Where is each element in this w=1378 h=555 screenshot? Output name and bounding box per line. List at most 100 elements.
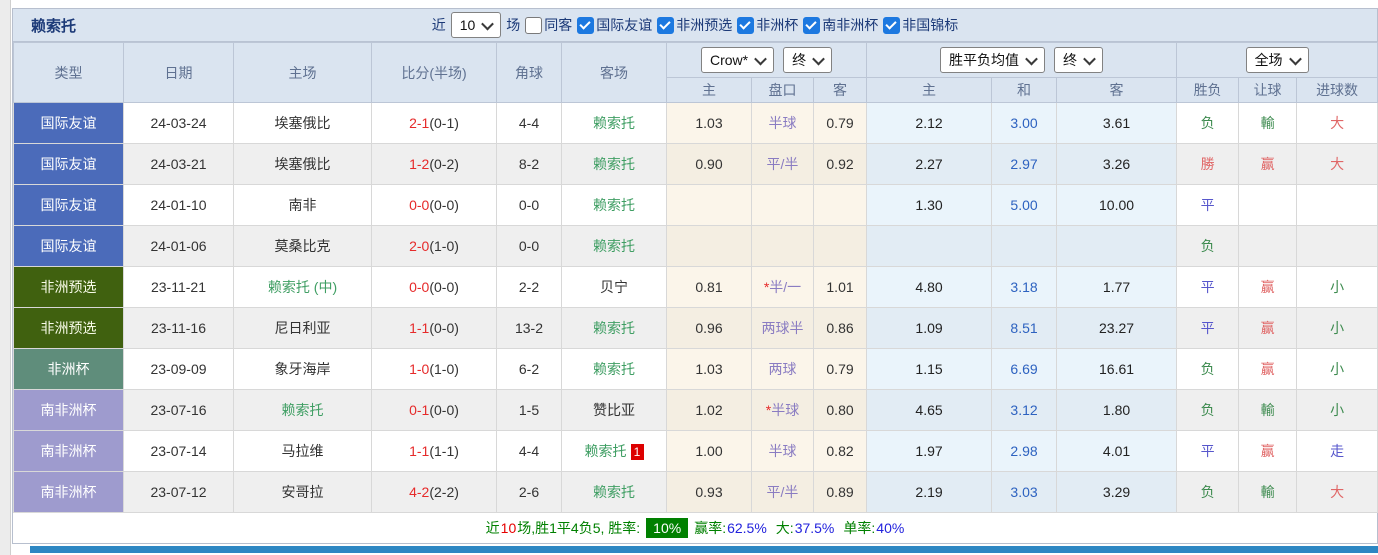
chevron-down-icon	[1083, 52, 1096, 65]
result-goals: 小	[1296, 307, 1378, 349]
summary-record: 场,胜1平4负5, 胜率:	[517, 520, 641, 536]
games-label: 场	[506, 17, 521, 33]
handicap-away-odds: 0.92	[812, 143, 868, 185]
avg-odds-select[interactable]: 胜平负均值	[940, 47, 1046, 73]
win-odds-label: 赢率:	[694, 520, 727, 536]
chevron-down-icon	[481, 17, 495, 30]
europe-time-value: 终	[1063, 52, 1078, 68]
match-date: 24-03-21	[123, 143, 234, 185]
checkbox-unchecked-icon[interactable]	[525, 16, 543, 34]
checkbox-checked-icon[interactable]	[803, 16, 821, 34]
home-team: 莫桑比克	[233, 225, 372, 267]
match-date: 23-09-09	[123, 348, 234, 390]
same-away-filter[interactable]: 同客	[525, 15, 572, 35]
match-date: 23-11-21	[123, 266, 234, 308]
league-filter-cosafa[interactable]: 南非洲杯	[803, 15, 878, 35]
col-header-type: 类型	[13, 42, 124, 103]
home-team: 赖索托 (中)	[233, 266, 372, 308]
score-cell: 0-0(0-0)	[371, 266, 497, 308]
handicap-time-select[interactable]: 终	[783, 47, 833, 73]
subcol-odds-draw: 和	[991, 77, 1058, 103]
score-cell: 4-2(2-2)	[371, 471, 497, 513]
fulltime-score: 1-1	[409, 443, 430, 459]
fulltime-score: 1-0	[409, 361, 430, 377]
odds-draw: 3.00	[991, 102, 1058, 144]
handicap-line: 半球	[751, 102, 814, 144]
odds-away-win: 23.27	[1056, 307, 1178, 349]
odds-away-win: 1.80	[1056, 389, 1178, 431]
odds-away-win: 4.01	[1056, 430, 1178, 472]
league-filter-chan[interactable]: 非国锦标	[883, 15, 958, 35]
match-date: 23-07-12	[123, 471, 234, 513]
odds-home-win: 1.09	[866, 307, 993, 349]
odds-draw: 8.51	[991, 307, 1058, 349]
table-row: 非洲杯 23-09-09 象牙海岸 1-0(1-0) 6-2 赖索托 1.03 …	[13, 348, 1378, 390]
handicap-home-odds: 0.90	[666, 143, 752, 185]
league-label: 非国锦标	[902, 17, 959, 33]
handicap-away-odds	[812, 225, 868, 267]
near-label: 近	[431, 17, 446, 33]
avg-odds-value: 胜平负均值	[949, 52, 1020, 68]
odds-away-win: 3.29	[1056, 471, 1178, 513]
league-filter-friendly[interactable]: 国际友谊	[577, 15, 652, 35]
recent-count-select[interactable]: 10	[450, 12, 502, 38]
halftime-score: (0-0)	[429, 279, 459, 295]
checkbox-checked-icon[interactable]	[577, 16, 595, 34]
handicap-group-header: Crow* 终	[665, 42, 868, 78]
type-badge: 非洲预选	[13, 266, 124, 308]
odds-home-win: 1.97	[866, 430, 993, 472]
halftime-score: (1-0)	[429, 238, 459, 254]
type-badge: 国际友谊	[13, 225, 124, 267]
result-handicap: 赢	[1238, 266, 1298, 308]
result-goals: 大	[1296, 143, 1378, 185]
score-cell: 0-0(0-0)	[371, 184, 497, 226]
checkbox-checked-icon[interactable]	[883, 16, 901, 34]
handicap-line: *半/一	[751, 266, 814, 308]
table-row: 非洲预选 23-11-16 尼日利亚 1-1(0-0) 13-2 赖索托 0.9…	[13, 307, 1378, 349]
odds-away-win: 3.61	[1056, 102, 1178, 144]
odds-draw: 3.18	[991, 266, 1058, 308]
result-goals	[1296, 225, 1378, 267]
handicap-line: 两球	[751, 348, 814, 390]
handicap-home-odds	[666, 225, 752, 267]
red-card-badge: 1	[630, 444, 644, 461]
result-wdl: 负	[1176, 471, 1240, 513]
col-header-score: 比分(半场)	[371, 42, 497, 103]
bookmaker-select[interactable]: Crow*	[700, 47, 775, 73]
odds-home-win: 1.30	[866, 184, 993, 226]
away-team: 赖索托	[561, 143, 667, 185]
result-handicap: 輸	[1238, 471, 1298, 513]
summary-bar: 近 10 场,胜1平4负5, 胜率: 10% 赢率: 62.5% 大: 37.5% 单率…	[13, 513, 1377, 543]
away-team: 赖索托	[561, 225, 667, 267]
handicap-line	[751, 225, 814, 267]
odds-away-win: 3.26	[1056, 143, 1178, 185]
single-label: 单率:	[843, 520, 876, 536]
result-wdl: 平	[1176, 307, 1240, 349]
handicap-home-odds	[666, 184, 752, 226]
league-filter-afcon-qualifier[interactable]: 非洲预选	[657, 15, 732, 35]
result-handicap: 赢	[1238, 430, 1298, 472]
col-header-corner: 角球	[496, 42, 562, 103]
odds-draw: 2.97	[991, 143, 1058, 185]
checkbox-checked-icon[interactable]	[737, 16, 755, 34]
col-header-home: 主场	[233, 42, 372, 103]
handicap-home-odds: 1.03	[666, 102, 752, 144]
league-filter-afcon[interactable]: 非洲杯	[737, 15, 798, 35]
scope-select[interactable]: 全场	[1245, 47, 1309, 73]
type-badge: 非洲杯	[13, 348, 124, 390]
bookmaker-value: Crow*	[709, 52, 749, 68]
result-goals: 走	[1296, 430, 1378, 472]
result-goals: 大	[1296, 102, 1378, 144]
away-team: 赖索托	[561, 184, 667, 226]
odds-away-win: 1.77	[1056, 266, 1178, 308]
score-cell: 2-1(0-1)	[371, 102, 497, 144]
checkbox-checked-icon[interactable]	[657, 16, 675, 34]
match-date: 23-07-16	[123, 389, 234, 431]
result-handicap: 赢	[1238, 143, 1298, 185]
fulltime-score: 4-2	[409, 484, 430, 500]
europe-time-select[interactable]: 终	[1054, 47, 1104, 73]
bottom-accent-bar	[30, 546, 1378, 553]
corner-score: 1-5	[496, 389, 562, 431]
big-value: 37.5%	[794, 520, 835, 536]
handicap-away-odds: 1.01	[812, 266, 868, 308]
